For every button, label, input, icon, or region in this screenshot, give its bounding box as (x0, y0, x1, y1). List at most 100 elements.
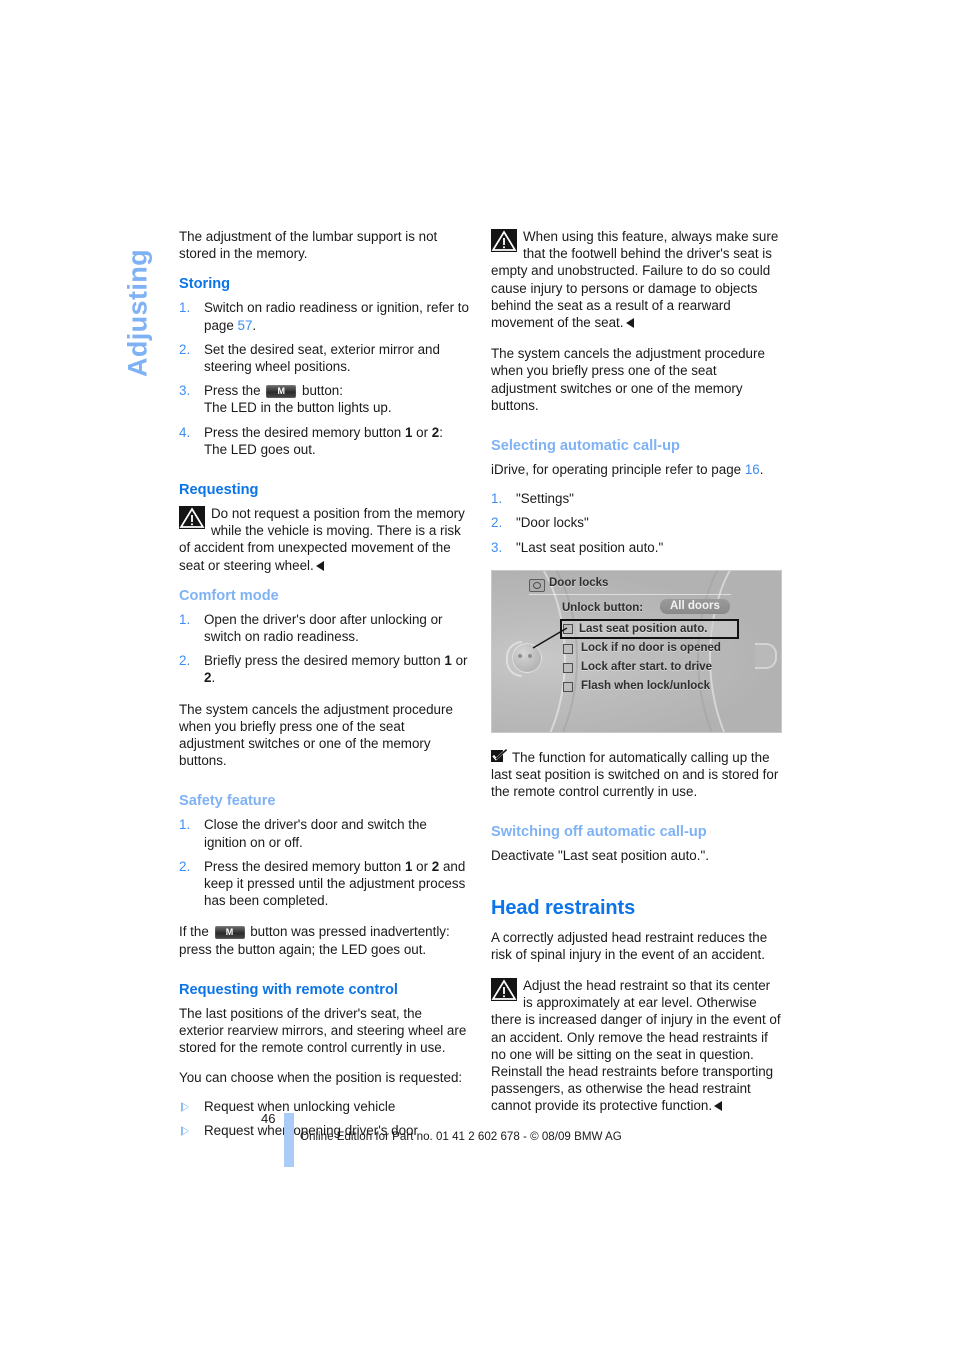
door-locks-option-list: Last seat position auto. Lock if no door… (560, 618, 739, 696)
heading-requesting: Requesting (179, 482, 259, 499)
heading-safety-feature: Safety feature (179, 793, 276, 810)
step-text: "Door locks" (516, 515, 589, 531)
chapter-tab: Adjusting (118, 228, 158, 398)
list-item: 1. Open the driver's door after unlockin… (179, 611, 470, 645)
step-number: 1. (491, 491, 503, 507)
remote-control-paragraph-1: The last positions of the driver's seat,… (179, 1005, 467, 1056)
idrive-option-label: Flash when lock/unlock (581, 679, 711, 692)
warning-footwell: When using this feature, always make sur… (491, 228, 782, 331)
step-number: 2. (179, 858, 191, 874)
idrive-option-label: Lock after start. to drive (581, 660, 713, 673)
cancel-note-paragraph: The system cancels the adjustment proced… (491, 346, 765, 413)
step-number: 3. (491, 539, 503, 555)
list-item: 4. Press the desired memory button 1 or … (179, 424, 470, 458)
manual-page: Adjusting The adjustment of the lumbar s… (0, 0, 954, 1350)
warning-text: When using this feature, always make sur… (491, 229, 779, 331)
list-item: 3. "Last seat position auto." (491, 539, 782, 556)
warning-triangle-icon (179, 506, 205, 530)
step-text: Press the desired memory button 1 or 2: T… (204, 424, 443, 457)
memory-m-button-icon: M (266, 385, 297, 399)
triangle-bullet-icon (181, 1125, 189, 1136)
step-number: 2. (179, 653, 191, 669)
idrive-option-label: Last seat position auto. (579, 622, 708, 635)
callout-leader-line (532, 627, 568, 649)
page-xref[interactable]: 57 (238, 318, 253, 333)
warning-head-restraints: Adjust the head restraint so that its ce… (491, 977, 782, 1115)
step-number: 2. (179, 341, 191, 357)
page-number: 46 (261, 1111, 276, 1126)
step-text: Briefly press the desired memory button … (204, 653, 468, 686)
warning-triangle-icon (491, 978, 517, 1002)
comfort-mode-step-list: 1. Open the driver's door after unlockin… (179, 611, 470, 687)
check-note-text: The function for automatically calling u… (491, 749, 779, 800)
step-text: Press the M button: The LED in the button… (204, 383, 392, 416)
check-note-block: The function for automatically calling u… (491, 748, 782, 801)
list-item: 1. "Settings" (491, 490, 782, 507)
step-number: 3. (179, 383, 191, 399)
step-text: Open the driver's door after unlocking o… (204, 611, 443, 645)
warning-requesting: Do not request a position from the memor… (179, 505, 470, 574)
idrive-right-control (755, 642, 777, 669)
comfort-mode-note: The system cancels the adjustment proced… (179, 701, 453, 769)
idrive-intro-paragraph: iDrive, for operating principle refer to… (491, 462, 764, 478)
right-column: When using this feature, always make sur… (491, 228, 782, 1129)
step-number: 1. (179, 611, 191, 627)
safety-feature-step-list: 1. Close the driver's door and switch th… (179, 816, 470, 909)
list-item: 3. Press the M button: The LED in the but… (179, 382, 470, 416)
selecting-step-list: 1. "Settings" 2. "Door locks" 3. "Last s… (491, 490, 782, 556)
step-number: 4. (179, 424, 191, 440)
door-locks-icon (529, 578, 545, 592)
list-item: 2. Set the desired seat, exterior mirror… (179, 341, 470, 375)
left-column: The adjustment of the lumbar support is … (179, 228, 470, 1153)
head-restraints-intro: A correctly adjusted head restraint redu… (491, 929, 768, 962)
heading-comfort-mode: Comfort mode (179, 587, 279, 604)
idrive-option-lock-if-no-door-is-opened[interactable]: Lock if no door is opened (562, 639, 737, 658)
memory-m-button-icon: M (214, 926, 245, 940)
footer-edition-text: Online Edition for Part no. 01 41 2 602 … (300, 1130, 622, 1143)
heading-storing: Storing (179, 276, 231, 293)
unlock-button-label: Unlock button: (562, 601, 644, 614)
bullet-text: Request when unlocking vehicle (204, 1098, 396, 1114)
page-xref[interactable]: 16 (745, 462, 760, 477)
lumbar-intro-paragraph: The adjustment of the lumbar support is … (179, 229, 438, 262)
list-item: 1. Switch on radio readiness or ignition… (179, 299, 470, 333)
chapter-tab-label: Adjusting (122, 248, 153, 378)
idrive-option-lock-after-start-to-drive[interactable]: Lock after start. to drive (562, 658, 737, 677)
step-text: "Settings" (516, 491, 574, 507)
idrive-title-bar: Door locks (529, 577, 731, 595)
step-text: Close the driver's door and switch the i… (204, 817, 427, 850)
idrive-option-flash-when-lock-unlock[interactable]: Flash when lock/unlock (562, 677, 737, 696)
heading-requesting-with-remote-control: Requesting with remote control (179, 981, 398, 998)
list-item: 2. Press the desired memory button 1 or … (179, 858, 470, 910)
idrive-screen-title: Door locks (549, 576, 609, 589)
unlock-button-value[interactable]: All doors (660, 598, 730, 614)
idrive-option-label: Lock if no door is opened (581, 641, 721, 654)
list-item: Request when unlocking vehicle (179, 1098, 470, 1115)
checkmark-icon (491, 748, 508, 764)
step-text: "Last seat position auto." (516, 539, 664, 555)
checkbox-icon[interactable] (563, 681, 573, 692)
step-text: Set the desired seat, exterior mirror an… (204, 341, 440, 375)
end-of-warning-marker (625, 318, 634, 329)
step-number: 1. (179, 817, 191, 833)
safety-feature-note: If the M button was pressed inadvertentl… (179, 924, 450, 957)
heading-selecting-automatic-call-up: Selecting automatic call-up (491, 438, 680, 455)
footer-accent-bar (284, 1113, 294, 1167)
step-number: 1. (179, 300, 191, 316)
warning-text: Adjust the head restraint so that its ce… (491, 978, 781, 1114)
end-of-warning-marker (315, 560, 324, 571)
step-text: Press the desired memory button 1 or 2 a… (204, 858, 466, 909)
storing-step-list: 1. Switch on radio readiness or ignition… (179, 299, 470, 458)
list-item: 2. "Door locks" (491, 514, 782, 531)
checkbox-icon[interactable] (563, 662, 573, 673)
heading-switching-off-automatic-call-up: Switching off automatic call-up (491, 824, 707, 841)
idrive-screenshot-figure: Door locks Unlock button: All doors Last… (491, 569, 782, 733)
remote-control-paragraph-2: You can choose when the position is requ… (179, 1069, 463, 1085)
idrive-option-last-seat-position-auto[interactable]: Last seat position auto. (560, 618, 739, 639)
